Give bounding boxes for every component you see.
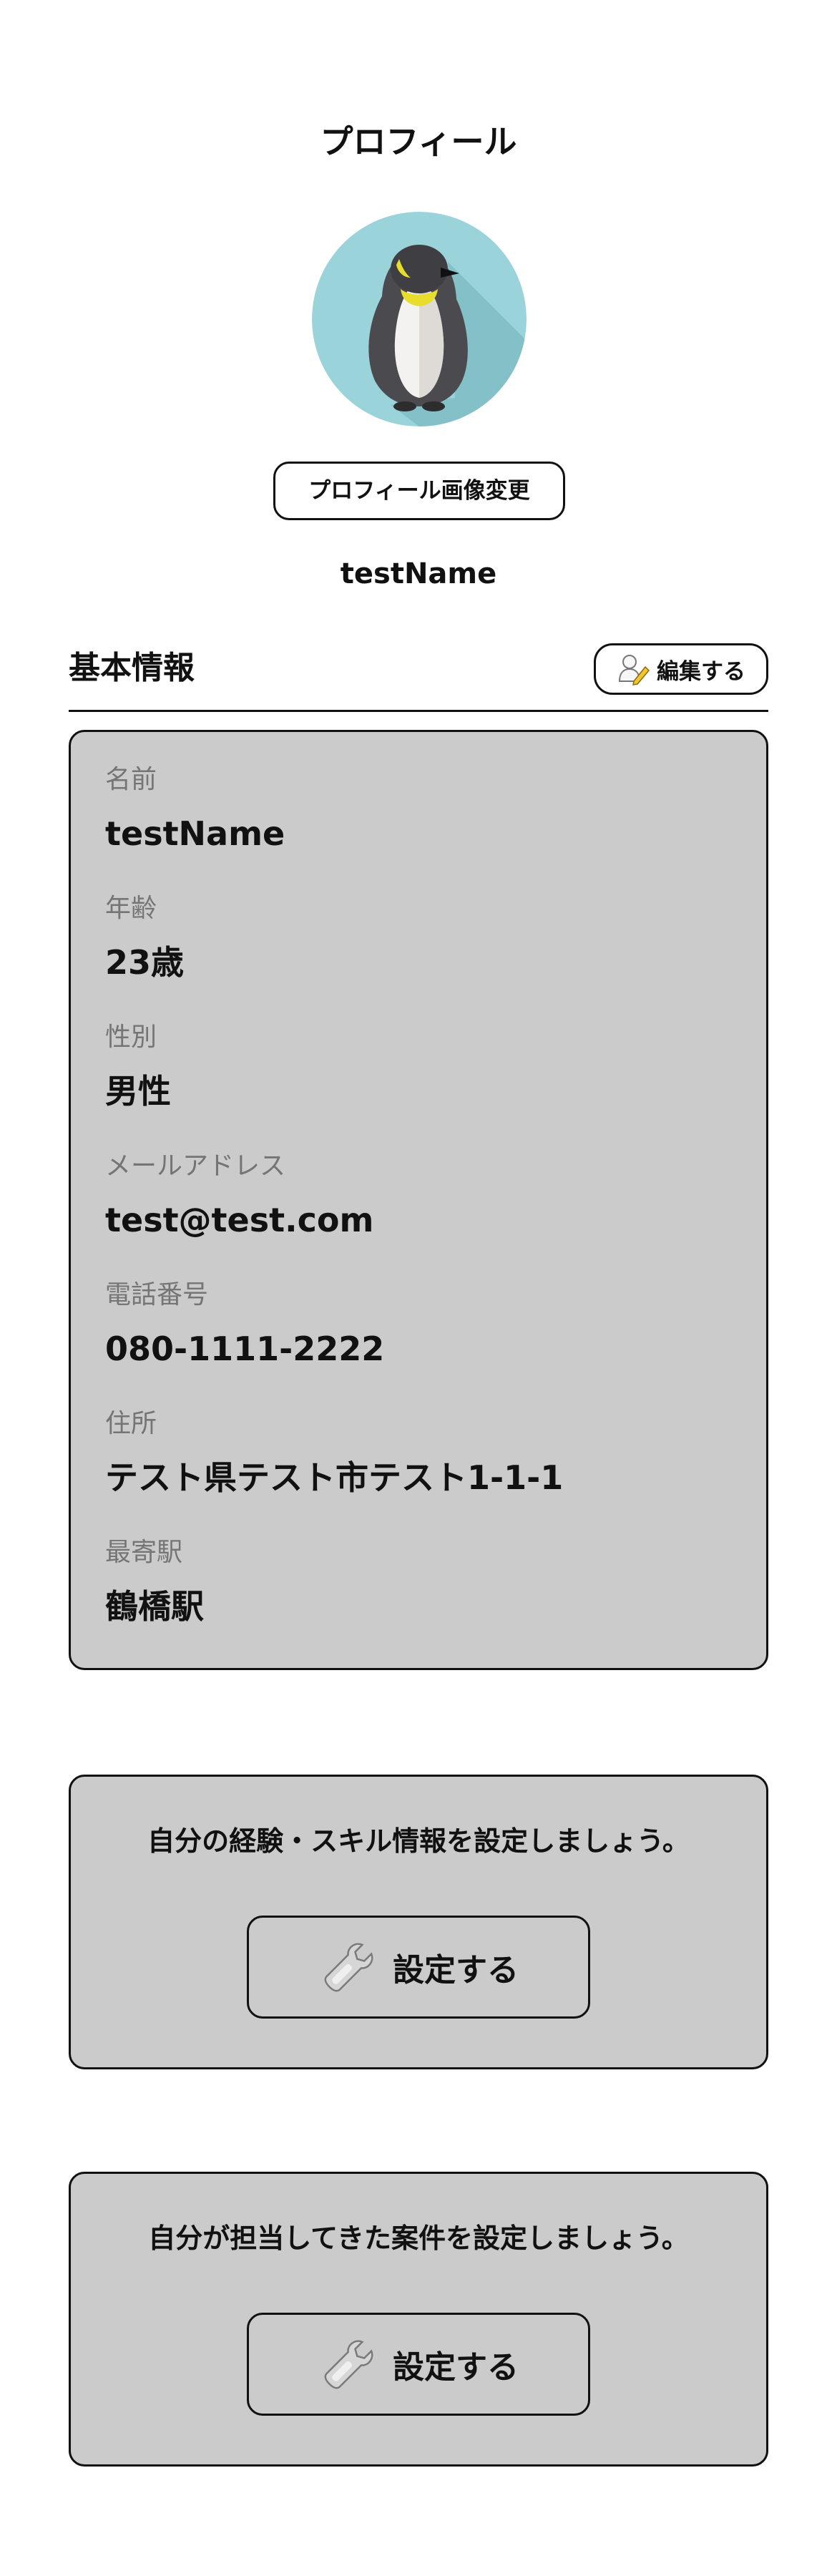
field-value-address: テスト県テスト市テスト1-1-1 [105,1458,564,1497]
field-label-email: メールアドレス [105,1151,286,1181]
field-value-gender: 男性 [105,1072,171,1111]
basic-info-title: 基本情報 [69,650,195,686]
edit-button-label: 編集する [657,658,745,685]
projects-setup-button[interactable]: 設定する [247,2313,590,2416]
projects-setup-label: 設定する [393,2349,519,2386]
field-label-address: 住所 [105,1409,157,1438]
field-value-name: testName [105,814,285,853]
projects-card: 自分が担当してきた案件を設定しましょう。 設定する [69,2172,768,2467]
section-divider [69,710,768,712]
edit-basic-info-button[interactable]: 編集する [594,643,768,695]
skills-setup-label: 設定する [393,1952,519,1989]
field-value-age: 23歳 [105,943,185,982]
field-label-name: 名前 [105,765,157,794]
field-label-age: 年齢 [105,894,157,923]
profile-avatar [312,212,527,426]
skills-prompt: 自分の経験・スキル情報を設定しましょう。 [147,1825,690,1857]
projects-prompt: 自分が担当してきた案件を設定しましょう。 [148,2223,689,2254]
wrench-icon [318,1936,380,1998]
change-profile-photo-button[interactable]: プロフィール画像変更 [273,462,565,520]
skills-card: 自分の経験・スキル情報を設定しましょう。 設定する [69,1775,768,2069]
wrench-icon [318,2333,380,2395]
profile-username: testName [340,557,497,590]
field-label-phone: 電話番号 [105,1280,209,1309]
field-label-nearest-station: 最寄駅 [105,1538,183,1567]
field-label-gender: 性別 [105,1023,157,1052]
field-value-phone: 080-1111-2222 [105,1330,385,1368]
edit-user-icon [617,653,650,686]
page-title: プロフィール [320,122,517,161]
field-value-email: test@test.com [105,1201,374,1239]
skills-setup-button[interactable]: 設定する [247,1916,590,2019]
basic-info-card: 名前 testName 年齢 23歳 性別 男性 メールアドレス test@te… [69,730,768,1670]
field-value-nearest-station: 鶴橋駅 [105,1587,204,1626]
penguin-avatar-icon [312,212,527,426]
